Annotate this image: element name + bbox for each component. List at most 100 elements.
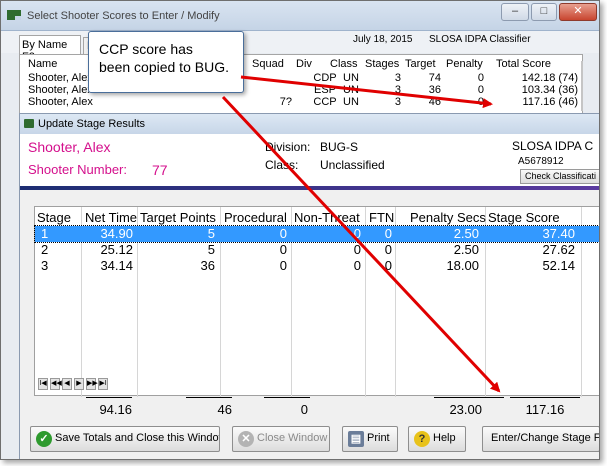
stage-results-grid: Stage Net Time Target Points Procedural …	[34, 206, 599, 397]
shooter-name: Shooter, Alex	[28, 139, 111, 155]
tab-by-name[interactable]: By Name F2	[19, 35, 81, 63]
row-div: ESP	[313, 84, 336, 96]
match-date: July 18, 2015	[353, 34, 413, 45]
member-id: A5678912	[518, 156, 564, 167]
button-bar: ✓ Save Totals and Close this Window ✕ Cl…	[20, 422, 600, 459]
prev-page-button[interactable]: ◀◀	[50, 378, 62, 390]
col-header-target[interactable]: Target	[405, 58, 436, 70]
check-icon: ✓	[36, 431, 52, 447]
cell-ftn: 0	[384, 242, 392, 257]
cell-target-points: 36	[200, 258, 215, 273]
header-accent-bar	[20, 186, 599, 190]
col-header-stage[interactable]: Stage	[37, 210, 71, 225]
row-name: Shooter, Alex	[28, 84, 93, 96]
last-record-button[interactable]: ▶I	[98, 378, 108, 390]
check-classification-button[interactable]: Check Classificati	[520, 169, 599, 184]
app-icon	[7, 10, 21, 20]
col-header-procedural[interactable]: Procedural	[224, 210, 287, 225]
back-grid-scrollbar[interactable]	[581, 61, 583, 111]
total-procedural: 0	[300, 402, 308, 417]
total-underline	[434, 397, 504, 398]
col-header-net-time[interactable]: Net Time	[85, 210, 137, 225]
cell-stage-score: 52.14	[542, 258, 575, 273]
division-value: BUG-S	[320, 140, 359, 154]
cell-non-threat: 0	[353, 258, 361, 273]
cell-stage: 2	[41, 242, 49, 257]
col-header-name[interactable]: Name	[28, 58, 57, 70]
next-record-button[interactable]: ▶	[74, 378, 84, 390]
cell-net-time: 34.14	[100, 258, 133, 273]
cell-procedural: 0	[279, 242, 287, 257]
printer-icon: ▤	[348, 431, 364, 447]
row-stages: 3	[394, 96, 401, 108]
row-div: CCP	[313, 96, 337, 108]
row-target: 46	[428, 96, 441, 108]
enter-change-stage-label: Enter/Change Stage F	[491, 432, 600, 444]
col-header-stages[interactable]: Stages	[365, 58, 399, 70]
row-penalty: 0	[477, 84, 484, 96]
row-class: UN	[343, 84, 359, 96]
record-navigator: I◀ ◀◀ ◀ ▶ ▶▶ ▶I	[34, 378, 124, 392]
stage-row[interactable]: 1 34.90 5 0 0 0 2.50 37.40	[34, 225, 599, 243]
prev-record-button[interactable]: ◀	[62, 378, 72, 390]
close-window-button[interactable]: ✕ Close Window	[232, 426, 330, 452]
col-header-penalty-secs[interactable]: Penalty Secs	[410, 210, 486, 225]
close-button[interactable]: ✕	[559, 3, 597, 21]
stage-row[interactable]: 3 34.14 36 0 0 0 18.00 52.14	[35, 258, 599, 274]
row-stages: 3	[394, 72, 401, 84]
col-header-target-points[interactable]: Target Points	[140, 210, 216, 225]
cell-target-points: 5	[207, 226, 215, 241]
col-header-squad[interactable]: Squad	[252, 58, 284, 70]
col-header-ftn[interactable]: FTN	[369, 210, 394, 225]
app-icon	[24, 119, 34, 128]
col-header-penalty[interactable]: Penalty	[446, 58, 483, 70]
total-underline	[510, 397, 580, 398]
cell-penalty-secs: 2.50	[453, 226, 479, 241]
row-total: 103.34 (36)	[521, 84, 578, 96]
col-header-total[interactable]: Total Score	[496, 58, 551, 70]
front-window-title: Update Stage Results	[38, 118, 146, 130]
help-label: Help	[433, 432, 456, 444]
row-penalty: 0	[477, 96, 484, 108]
enter-change-stage-button[interactable]: Enter/Change Stage F	[482, 426, 600, 452]
class-value: Unclassified	[320, 158, 385, 172]
shooter-info-panel: Shooter, Alex Shooter Number: 77 Divisio…	[20, 134, 599, 186]
row-class: UN	[343, 72, 359, 84]
row-squad: 7?	[279, 96, 292, 108]
class-label: Class:	[265, 158, 299, 172]
first-record-button[interactable]: I◀	[38, 378, 48, 390]
total-underline	[86, 397, 132, 398]
total-stage-score: 117.16	[525, 402, 565, 417]
total-target-points: 46	[217, 402, 232, 417]
print-button[interactable]: ▤ Print	[342, 426, 398, 452]
stage-row[interactable]: 2 25.12 5 0 0 0 2.50 27.62	[35, 242, 599, 258]
cell-non-threat: 0	[353, 242, 361, 257]
col-header-class[interactable]: Class	[330, 58, 358, 70]
col-header-stage-score[interactable]: Stage Score	[488, 210, 560, 225]
table-row[interactable]: Shooter, Alex 7? CCP UN 3 46 0 117.16 (4…	[20, 96, 584, 108]
shooter-number-label: Shooter Number:	[28, 162, 127, 177]
cell-stage-score: 37.40	[542, 226, 575, 241]
cell-net-time: 34.90	[100, 226, 133, 241]
row-target: 74	[428, 72, 441, 84]
cell-stage-score: 27.62	[542, 242, 575, 257]
cell-penalty-secs: 2.50	[453, 242, 479, 257]
close-window-label: Close Window	[257, 432, 328, 444]
minimize-button[interactable]: –	[501, 3, 529, 21]
save-totals-label: Save Totals and Close this Window	[55, 432, 220, 444]
cell-stage: 3	[41, 258, 49, 273]
back-window-titlebar: Select Shooter Scores to Enter / Modify …	[1, 1, 599, 31]
row-div: CDP	[313, 72, 337, 84]
cell-target-points: 5	[207, 242, 215, 257]
next-page-button[interactable]: ▶▶	[86, 378, 98, 390]
save-totals-button[interactable]: ✓ Save Totals and Close this Window	[30, 426, 220, 452]
front-window-titlebar: Update Stage Results	[20, 114, 599, 134]
cell-ftn: 0	[384, 226, 392, 241]
maximize-button[interactable]: □	[531, 3, 557, 21]
col-header-div[interactable]: Div	[296, 58, 312, 70]
cell-penalty-secs: 18.00	[446, 258, 479, 273]
total-net-time: 94.16	[99, 402, 132, 417]
help-button[interactable]: ? Help	[408, 426, 466, 452]
col-header-non-threat[interactable]: Non-Threat	[294, 210, 360, 225]
row-total: 142.18 (74)	[521, 72, 578, 84]
